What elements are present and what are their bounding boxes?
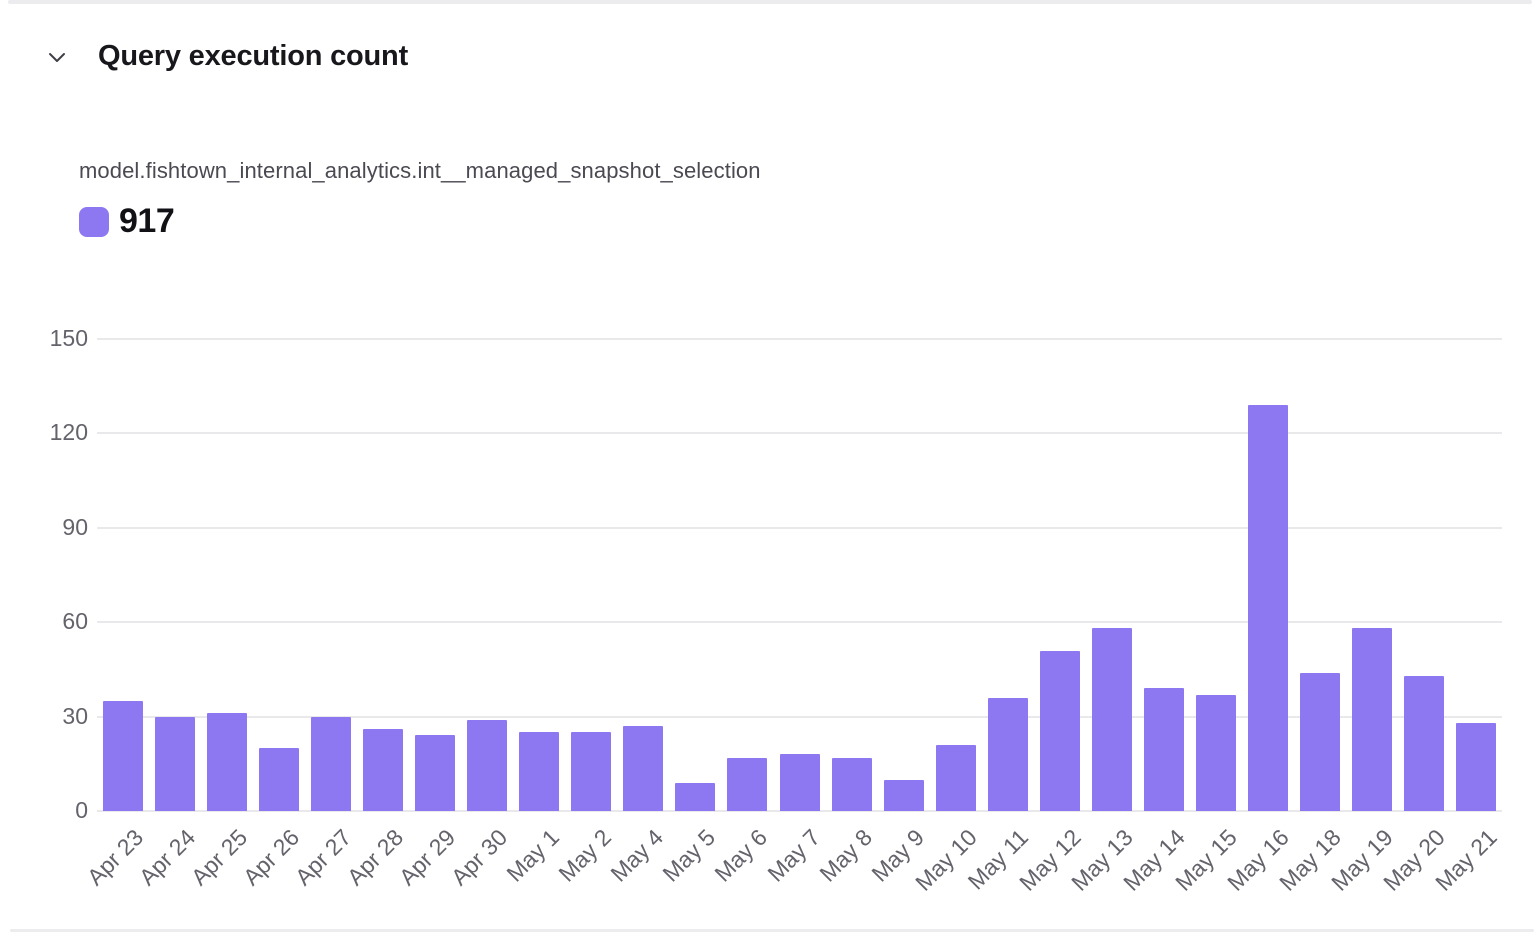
bar-apr-30[interactable] — [467, 720, 507, 811]
y-axis-tick-label: 150 — [0, 325, 88, 352]
x-axis-tick-label: Apr 28 — [342, 824, 409, 891]
bar-may-4[interactable] — [623, 726, 663, 811]
x-axis-tick-label: Apr 30 — [446, 824, 513, 891]
x-axis-tick-label: Apr 26 — [238, 824, 305, 891]
bar-apr-29[interactable] — [415, 735, 455, 811]
bar-apr-25[interactable] — [207, 713, 247, 811]
bar-apr-24[interactable] — [155, 717, 195, 811]
bar-may-16[interactable] — [1248, 405, 1288, 811]
bar-may-10[interactable] — [936, 745, 976, 811]
x-axis-tick-label: May 1 — [502, 824, 565, 887]
bar-may-5[interactable] — [675, 783, 715, 811]
bar-may-9[interactable] — [884, 780, 924, 811]
bar-apr-27[interactable] — [311, 717, 351, 811]
x-axis-tick-label: May 2 — [554, 824, 617, 887]
gridline-y90 — [97, 527, 1502, 529]
bar-may-12[interactable] — [1040, 651, 1080, 811]
bar-apr-26[interactable] — [259, 748, 299, 811]
query-execution-panel: Query execution count model.fishtown_int… — [0, 0, 1540, 936]
bar-chart: 0306090120150Apr 23Apr 24Apr 25Apr 26Apr… — [0, 0, 1540, 936]
bar-may-18[interactable] — [1300, 673, 1340, 811]
gridline-y150 — [97, 338, 1502, 340]
y-axis-tick-label: 120 — [0, 419, 88, 446]
x-axis-tick-label: May 5 — [658, 824, 721, 887]
y-axis-tick-label: 0 — [0, 797, 88, 824]
y-axis-tick-label: 90 — [0, 514, 88, 541]
bar-may-20[interactable] — [1404, 676, 1444, 811]
x-axis-tick-label: Apr 23 — [82, 824, 149, 891]
x-axis-tick-label: May 6 — [710, 824, 773, 887]
bar-may-11[interactable] — [988, 698, 1028, 811]
bottom-divider — [10, 929, 1534, 932]
x-axis-tick-label: Apr 27 — [290, 824, 357, 891]
bar-may-14[interactable] — [1144, 688, 1184, 811]
x-axis-tick-label: Apr 25 — [186, 824, 253, 891]
bar-may-6[interactable] — [727, 758, 767, 811]
gridline-y30 — [97, 716, 1502, 718]
y-axis-tick-label: 30 — [0, 703, 88, 730]
x-axis-tick-label: Apr 24 — [134, 824, 201, 891]
bar-may-19[interactable] — [1352, 628, 1392, 811]
x-axis-tick-label: May 7 — [763, 824, 826, 887]
x-axis-tick-label: May 4 — [606, 824, 669, 887]
gridline-y120 — [97, 432, 1502, 434]
bar-may-7[interactable] — [780, 754, 820, 811]
gridline-y60 — [97, 621, 1502, 623]
bar-may-8[interactable] — [832, 758, 872, 811]
y-axis-tick-label: 60 — [0, 608, 88, 635]
bar-may-2[interactable] — [571, 732, 611, 811]
bar-may-1[interactable] — [519, 732, 559, 811]
x-axis-tick-label: Apr 29 — [394, 824, 461, 891]
bar-may-15[interactable] — [1196, 695, 1236, 811]
bar-may-21[interactable] — [1456, 723, 1496, 811]
bar-apr-28[interactable] — [363, 729, 403, 811]
bar-may-13[interactable] — [1092, 628, 1132, 811]
bar-apr-23[interactable] — [103, 701, 143, 811]
x-axis-tick-label: May 8 — [815, 824, 878, 887]
